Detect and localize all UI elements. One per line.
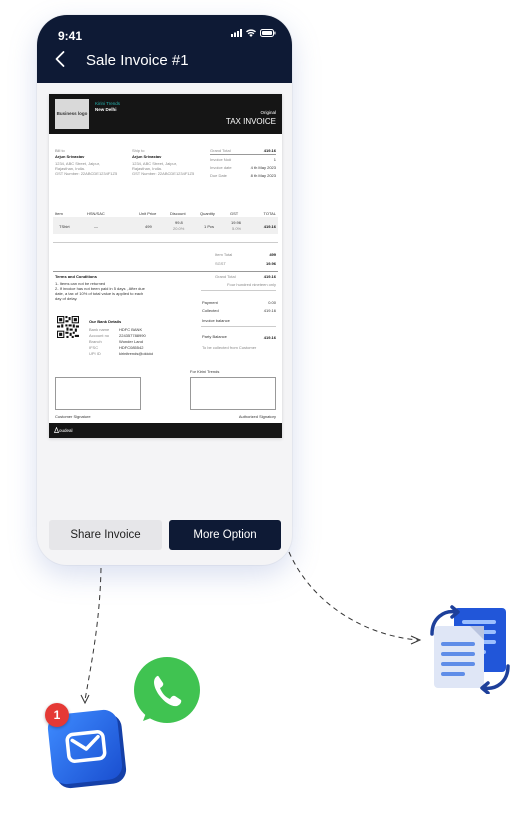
notification-badge: 1 — [45, 703, 69, 727]
document-sync-icon — [430, 605, 510, 694]
whatsapp-icon — [134, 657, 200, 723]
